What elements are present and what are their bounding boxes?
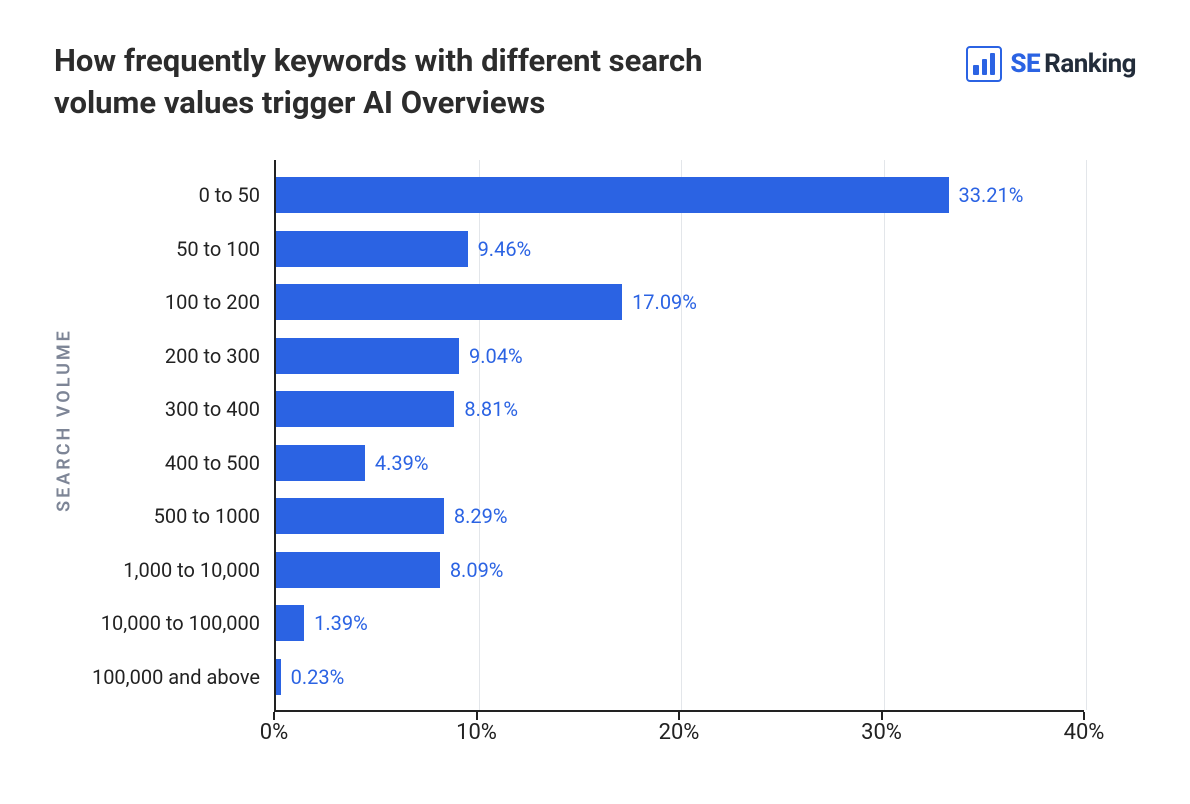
- x-tick-mark: [678, 712, 680, 720]
- x-tick-mark: [881, 712, 883, 720]
- x-tick-mark: [1083, 712, 1085, 720]
- bar-value-label: 1.39%: [314, 611, 368, 635]
- bar-row: 33.21%: [276, 177, 1023, 213]
- bar-row: 4.39%: [276, 445, 429, 481]
- bar: [276, 659, 281, 695]
- bar-row: 9.46%: [276, 231, 531, 267]
- plot-area: 33.21% 9.46% 17.09% 9.04% 8.81% 4.39% 8.29% 8.0…: [274, 160, 1084, 712]
- x-tick-label: 30%: [861, 720, 902, 745]
- bar-value-label: 17.09%: [632, 290, 697, 314]
- bar-value-label: 0.23%: [291, 665, 345, 689]
- grid-line: [1086, 160, 1087, 710]
- brand-logo: SE Ranking: [966, 46, 1136, 82]
- brand-se: SE: [1010, 49, 1040, 79]
- x-tick-label: 40%: [1064, 720, 1105, 745]
- y-axis-title: SEARCH VOLUME: [54, 328, 75, 512]
- bar-value-label: 9.46%: [478, 237, 532, 261]
- x-axis-ticks: 0%10%20%30%40%: [274, 720, 1084, 760]
- category-label: 200 to 300: [165, 344, 260, 368]
- category-label: 0 to 50: [199, 183, 260, 207]
- header: How frequently keywords with different s…: [54, 40, 1136, 124]
- bar-row: 8.81%: [276, 391, 518, 427]
- bar-row: 9.04%: [276, 338, 523, 374]
- bar-value-label: 33.21%: [959, 183, 1024, 207]
- bar: [276, 338, 459, 374]
- bar-value-label: 8.29%: [454, 504, 508, 528]
- bar: [276, 231, 468, 267]
- bar: [276, 177, 949, 213]
- category-label: 10,000 to 100,000: [101, 611, 260, 635]
- bar-row: 8.29%: [276, 498, 508, 534]
- category-label: 500 to 1000: [154, 504, 260, 528]
- brand-text: SE Ranking: [1010, 49, 1136, 79]
- bar-value-label: 9.04%: [469, 344, 523, 368]
- bar: [276, 552, 440, 588]
- x-tick-label: 20%: [659, 720, 700, 745]
- bar-value-label: 8.09%: [450, 558, 504, 582]
- grid-line: [884, 160, 885, 710]
- x-tick-mark: [273, 712, 275, 720]
- bar-chart-icon: [966, 46, 1002, 82]
- category-label: 300 to 400: [165, 397, 260, 421]
- bar-row: 17.09%: [276, 284, 697, 320]
- category-label: 50 to 100: [176, 237, 260, 261]
- bar-row: 1.39%: [276, 605, 368, 641]
- bar: [276, 498, 444, 534]
- bar: [276, 445, 365, 481]
- bar: [276, 391, 454, 427]
- category-label: 1,000 to 10,000: [123, 558, 260, 582]
- category-label: 100,000 and above: [92, 665, 260, 689]
- grid-line: [681, 160, 682, 710]
- x-tick-label: 10%: [456, 720, 497, 745]
- x-tick-label: 0%: [260, 720, 288, 745]
- x-tick-mark: [476, 712, 478, 720]
- bar-row: 8.09%: [276, 552, 503, 588]
- bar: [276, 605, 304, 641]
- chart-title: How frequently keywords with different s…: [54, 40, 794, 124]
- category-label: 100 to 200: [165, 290, 260, 314]
- bar: [276, 284, 622, 320]
- brand-ranking: Ranking: [1044, 49, 1136, 79]
- bar-value-label: 8.81%: [464, 397, 518, 421]
- category-label: 400 to 500: [165, 451, 260, 475]
- bar-row: 0.23%: [276, 659, 344, 695]
- chart: SEARCH VOLUME 33.21%9.46%17.09%9.04%8.81…: [60, 160, 1140, 760]
- bar-value-label: 4.39%: [375, 451, 429, 475]
